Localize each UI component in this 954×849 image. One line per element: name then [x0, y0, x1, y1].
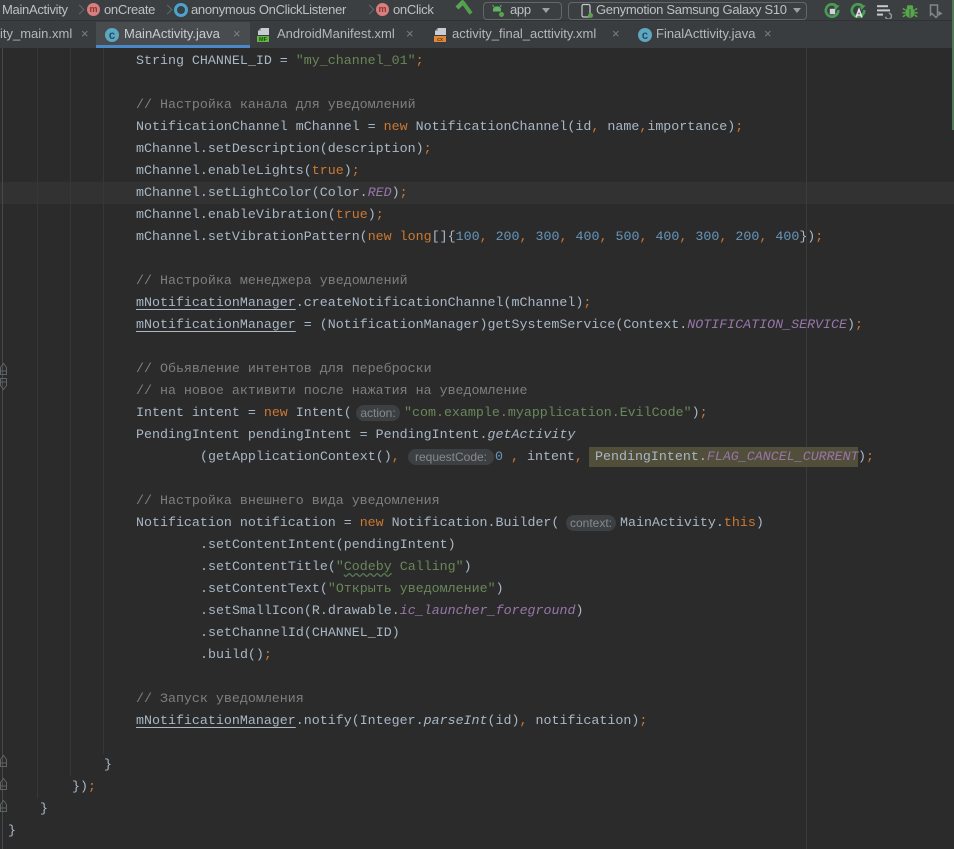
svg-text:MF: MF — [259, 37, 268, 43]
svg-text:C: C — [109, 31, 116, 43]
svg-text:C: C — [642, 31, 649, 43]
svg-text:cx: cx — [437, 37, 444, 43]
